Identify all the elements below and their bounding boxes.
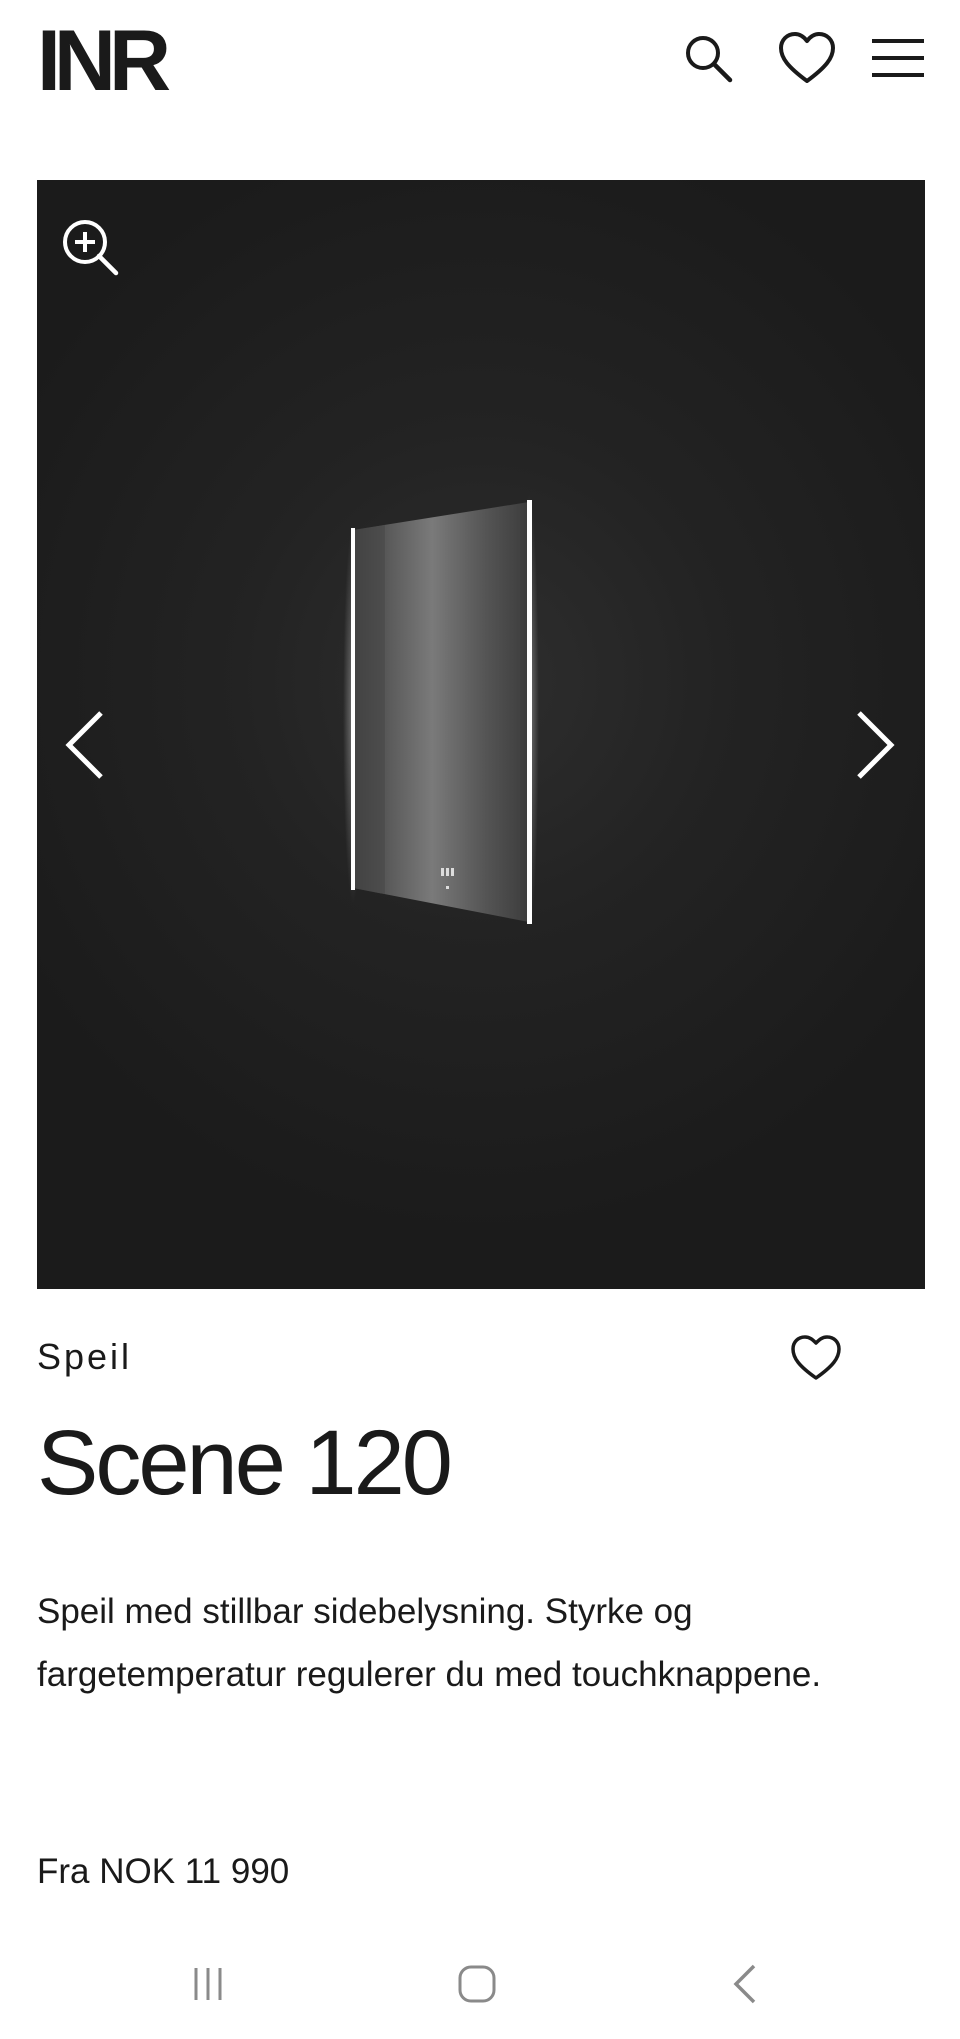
home-button[interactable]	[442, 1954, 512, 2014]
next-image-button[interactable]	[839, 700, 909, 790]
chevron-right-icon	[857, 711, 895, 779]
heart-outline-icon	[791, 1335, 841, 1380]
add-to-favorites-button[interactable]	[790, 1334, 846, 1386]
favorites-button[interactable]	[777, 28, 837, 88]
search-button[interactable]	[678, 28, 738, 88]
recent-apps-button[interactable]	[173, 1954, 243, 2014]
zoom-in-icon	[63, 220, 119, 276]
search-icon	[686, 36, 733, 83]
previous-image-button[interactable]	[51, 700, 121, 790]
product-description: Speil med stillbar sidebelysning. Styrke…	[37, 1592, 822, 1694]
zoom-button[interactable]	[61, 218, 121, 278]
system-navigation-bar	[0, 1930, 960, 2039]
logo[interactable]: INR	[37, 18, 171, 104]
product-title: Scene 120	[37, 1412, 453, 1514]
chevron-left-icon	[65, 711, 103, 779]
back-icon	[733, 1964, 756, 2004]
product-price: Fra NOK 11 990	[37, 1852, 290, 1891]
heart-icon	[779, 32, 835, 83]
menu-button[interactable]	[868, 28, 928, 88]
back-button[interactable]	[711, 1954, 781, 2014]
product-category: Speil	[37, 1336, 133, 1377]
recent-apps-icon	[194, 1968, 222, 2000]
mirror-product-image	[343, 492, 539, 932]
site-header: INR	[0, 0, 960, 140]
menu-icon	[872, 39, 924, 77]
product-image-gallery[interactable]	[37, 180, 925, 1289]
home-icon	[458, 1965, 496, 2003]
